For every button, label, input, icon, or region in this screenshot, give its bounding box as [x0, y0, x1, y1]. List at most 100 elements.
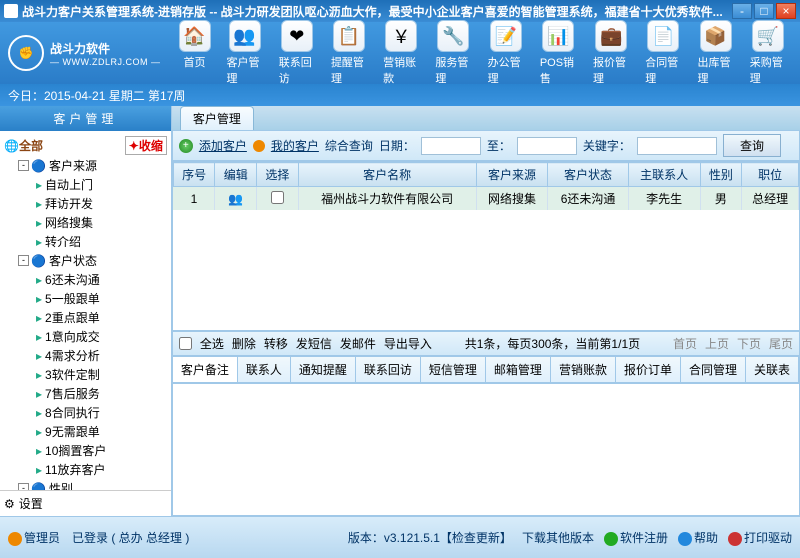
collapse-button[interactable]: ✦收缩 — [125, 136, 167, 155]
col-职位[interactable]: 职位 — [742, 163, 799, 187]
help-link[interactable]: 帮助 — [694, 531, 718, 545]
cell-source: 网络搜集 — [476, 187, 548, 211]
select-all-label[interactable]: 全选 — [200, 335, 224, 352]
pager-下页[interactable]: 下页 — [737, 335, 761, 352]
gear-icon: ⚙ — [4, 497, 15, 511]
other-version-link[interactable]: 下载其他版本 — [522, 529, 594, 546]
register-link[interactable]: 软件注册 — [620, 531, 668, 545]
date-from-input[interactable] — [421, 137, 481, 155]
select-all-checkbox[interactable] — [179, 337, 192, 350]
search-button[interactable]: 查询 — [723, 134, 781, 157]
item-icon: ▸ — [36, 311, 42, 325]
subtab-报价订单[interactable]: 报价订单 — [616, 357, 681, 382]
keyword-input[interactable] — [637, 137, 717, 155]
subtab-联系人[interactable]: 联系人 — [238, 357, 291, 382]
toolbar-报价管理[interactable]: 💼报价管理 — [587, 18, 635, 88]
table-row[interactable]: 1 👥 福州战斗力软件有限公司 网络搜集 6还未沟通 李先生 男 总经理 — [173, 187, 798, 211]
subtab-邮箱管理[interactable]: 邮箱管理 — [486, 357, 551, 382]
tree-item[interactable]: 网络搜集 — [45, 214, 93, 231]
row-checkbox[interactable] — [271, 191, 284, 204]
maximize-button[interactable]: □ — [754, 3, 774, 19]
col-客户名称[interactable]: 客户名称 — [298, 163, 476, 187]
subtab-短信管理[interactable]: 短信管理 — [421, 357, 486, 382]
sms-link[interactable]: 发短信 — [296, 335, 332, 352]
item-icon: ▸ — [36, 216, 42, 230]
print-link[interactable]: 打印驱动 — [744, 531, 792, 545]
transfer-link[interactable]: 转移 — [264, 335, 288, 352]
tree-group[interactable]: 性别 — [49, 480, 73, 490]
toolbar-icon: 🏠 — [179, 20, 211, 52]
tree-item[interactable]: 1意向成交 — [45, 328, 100, 345]
tree-item[interactable]: 11放弃客户 — [45, 461, 105, 478]
date-to-input[interactable] — [517, 137, 577, 155]
tree-item[interactable]: 8合同执行 — [45, 404, 100, 421]
col-选择[interactable]: 选择 — [257, 163, 299, 187]
sidebar-footer: ⚙ 设置 — [0, 490, 171, 516]
io-link[interactable]: 导出导入 — [384, 335, 432, 352]
tree-item[interactable]: 7售后服务 — [45, 385, 100, 402]
subtab-合同管理[interactable]: 合同管理 — [681, 357, 746, 382]
item-icon: ▸ — [36, 387, 42, 401]
toolbar-label: 报价管理 — [593, 54, 629, 86]
tree-item[interactable]: 自动上门 — [45, 176, 93, 193]
tree-item[interactable]: 拜访开发 — [45, 195, 93, 212]
my-customers-link[interactable]: 我的客户 — [271, 137, 319, 154]
date-label: 日期： — [379, 137, 415, 154]
delete-link[interactable]: 删除 — [232, 335, 256, 352]
tree-item[interactable]: 转介绍 — [45, 233, 81, 250]
expand-icon[interactable]: - — [18, 255, 29, 266]
toolbar-客户管理[interactable]: 👥客户管理 — [221, 18, 269, 88]
version-label[interactable]: 版本：v3.121.5.1【检查更新】 — [348, 529, 512, 546]
close-button[interactable]: × — [776, 3, 796, 19]
toolbar-POS销售[interactable]: 📊POS销售 — [534, 18, 583, 88]
minimize-button[interactable]: - — [732, 3, 752, 19]
col-性别[interactable]: 性别 — [700, 163, 742, 187]
tree-item[interactable]: 3软件定制 — [45, 366, 100, 383]
tree-item[interactable]: 6还未沟通 — [45, 271, 100, 288]
tree-item[interactable]: 5一般跟单 — [45, 290, 100, 307]
col-编辑[interactable]: 编辑 — [215, 163, 257, 187]
toolbar-联系回访[interactable]: ❤联系回访 — [273, 18, 321, 88]
tree-group[interactable]: 客户来源 — [49, 157, 97, 174]
toolbar-出库管理[interactable]: 📦出库管理 — [691, 18, 739, 88]
sidebar-title: 客户管理 — [0, 106, 171, 131]
subtab-营销账款[interactable]: 营销账款 — [551, 357, 616, 382]
subtab-关联表[interactable]: 关联表 — [746, 357, 799, 382]
col-客户来源[interactable]: 客户来源 — [476, 163, 548, 187]
col-主联系人[interactable]: 主联系人 — [628, 163, 700, 187]
tree-item[interactable]: 9无需跟单 — [45, 423, 100, 440]
toolbar-办公管理[interactable]: 📝办公管理 — [482, 18, 530, 88]
toolbar-icon: 📦 — [700, 20, 732, 52]
settings-link[interactable]: 设置 — [19, 495, 43, 512]
mail-link[interactable]: 发邮件 — [340, 335, 376, 352]
expand-icon[interactable]: - — [18, 483, 29, 490]
toolbar-营销账款[interactable]: ￥营销账款 — [377, 18, 425, 88]
expand-icon[interactable]: - — [18, 160, 29, 171]
subtab-panel — [172, 383, 800, 516]
toolbar-提醒管理[interactable]: 📋提醒管理 — [325, 18, 373, 88]
toolbar-合同管理[interactable]: 📄合同管理 — [639, 18, 687, 88]
tab-customer-mgmt[interactable]: 客户管理 — [180, 106, 254, 130]
tree-item[interactable]: 10搁置客户 — [45, 442, 106, 459]
col-客户状态[interactable]: 客户状态 — [548, 163, 628, 187]
subtab-客户备注[interactable]: 客户备注 — [173, 357, 238, 382]
toolbar-服务管理[interactable]: 🔧服务管理 — [429, 18, 477, 88]
subtab-通知提醒[interactable]: 通知提醒 — [291, 357, 356, 382]
pager-首页[interactable]: 首页 — [673, 335, 697, 352]
combo-label[interactable]: 综合查询 — [325, 137, 373, 154]
pager-上页[interactable]: 上页 — [705, 335, 729, 352]
logo-icon: ✊ — [8, 35, 44, 71]
toolbar-采购管理[interactable]: 🛒采购管理 — [744, 18, 792, 88]
tree-item[interactable]: 4需求分析 — [45, 347, 100, 364]
tree-root[interactable]: 全部 — [19, 137, 43, 154]
col-序号[interactable]: 序号 — [173, 163, 215, 187]
tree-item[interactable]: 2重点跟单 — [45, 309, 100, 326]
toolbar-首页[interactable]: 🏠首页 — [173, 18, 217, 88]
tree-group[interactable]: 客户状态 — [49, 252, 97, 269]
folder-icon: 🔵 — [31, 159, 46, 173]
subtab-联系回访[interactable]: 联系回访 — [356, 357, 421, 382]
cell-select[interactable] — [257, 187, 299, 211]
cell-edit[interactable]: 👥 — [215, 187, 257, 211]
add-customer-link[interactable]: 添加客户 — [199, 137, 247, 154]
pager-尾页[interactable]: 尾页 — [769, 335, 793, 352]
